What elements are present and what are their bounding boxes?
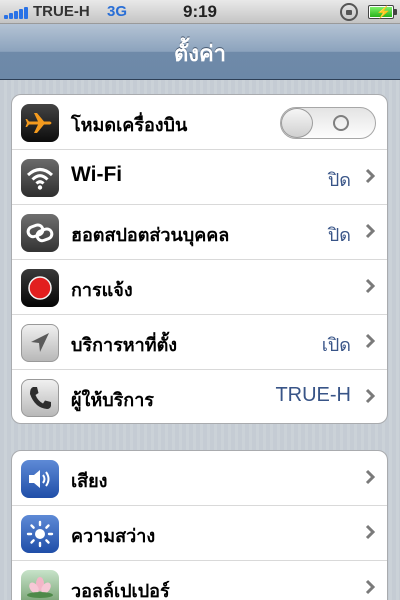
settings-row-location-services[interactable]: บริการหาที่ตั้ง เปิด (12, 315, 387, 370)
flower-icon (21, 570, 59, 600)
sun-icon (21, 515, 59, 553)
speaker-icon (21, 460, 59, 498)
airplane-mode-toggle[interactable] (280, 107, 376, 139)
row-value: TRUE-H (275, 384, 351, 406)
chevron-right-icon (365, 223, 375, 239)
row-label: ความสว่าง (71, 526, 156, 547)
page-title: ตั้งค่า (173, 42, 227, 67)
settings-row-notifications[interactable]: การแจ้ง (12, 260, 387, 315)
toggle-knob (281, 108, 313, 138)
row-label: บริการหาที่ตั้ง (71, 335, 178, 356)
chevron-right-icon (365, 469, 375, 485)
settings-row-sounds[interactable]: เสียง (12, 451, 387, 506)
chevron-right-icon (365, 168, 375, 184)
row-value: ปิด (327, 170, 351, 191)
settings-row-wifi[interactable]: Wi-Fi ปิด (12, 150, 387, 205)
row-label: โหมดเครื่องบิน (71, 115, 188, 136)
row-value: เปิด (321, 335, 351, 356)
row-label: การแจ้ง (71, 280, 133, 301)
toggle-off-indicator (333, 115, 349, 131)
chevron-right-icon (365, 333, 375, 349)
settings-row-carrier[interactable]: ผู้ให้บริการ TRUE-H (12, 370, 387, 423)
location-arrow-icon (21, 324, 59, 362)
navigation-bar: ตั้งค่า (0, 24, 400, 80)
settings-row-airplane-mode: โหมดเครื่องบิน (12, 95, 387, 150)
phone-icon (21, 379, 59, 417)
settings-group-connectivity: โหมดเครื่องบิน Wi-Fi ปิด ฮอตสปอตส่วนบุคค… (11, 94, 388, 424)
row-label: วอลล์เปเปอร์ (71, 581, 170, 600)
notification-icon (21, 269, 59, 307)
row-value: ปิด (327, 225, 351, 246)
chevron-right-icon (365, 524, 375, 540)
settings-row-personal-hotspot[interactable]: ฮอตสปอตส่วนบุคคล ปิด (12, 205, 387, 260)
row-label: Wi-Fi (71, 163, 123, 186)
link-icon (21, 214, 59, 252)
status-bar: TRUE-H 3G 9:19 ⚡ (0, 0, 400, 24)
settings-group-display: เสียง ความสว่าง วอลล์เปเปอร์ (11, 450, 388, 600)
row-label: ฮอตสปอตส่วนบุคคล (71, 225, 230, 246)
airplane-icon (21, 104, 59, 142)
battery-charging-icon: ⚡ (368, 5, 397, 19)
chevron-right-icon (365, 579, 375, 595)
row-label: เสียง (71, 471, 108, 492)
chevron-right-icon (365, 278, 375, 294)
row-label: ผู้ให้บริการ (71, 390, 154, 411)
wifi-icon (21, 159, 59, 197)
settings-row-wallpaper[interactable]: วอลล์เปเปอร์ (12, 561, 387, 600)
settings-row-brightness[interactable]: ความสว่าง (12, 506, 387, 561)
chevron-right-icon (365, 388, 375, 404)
orientation-lock-icon (340, 3, 358, 21)
